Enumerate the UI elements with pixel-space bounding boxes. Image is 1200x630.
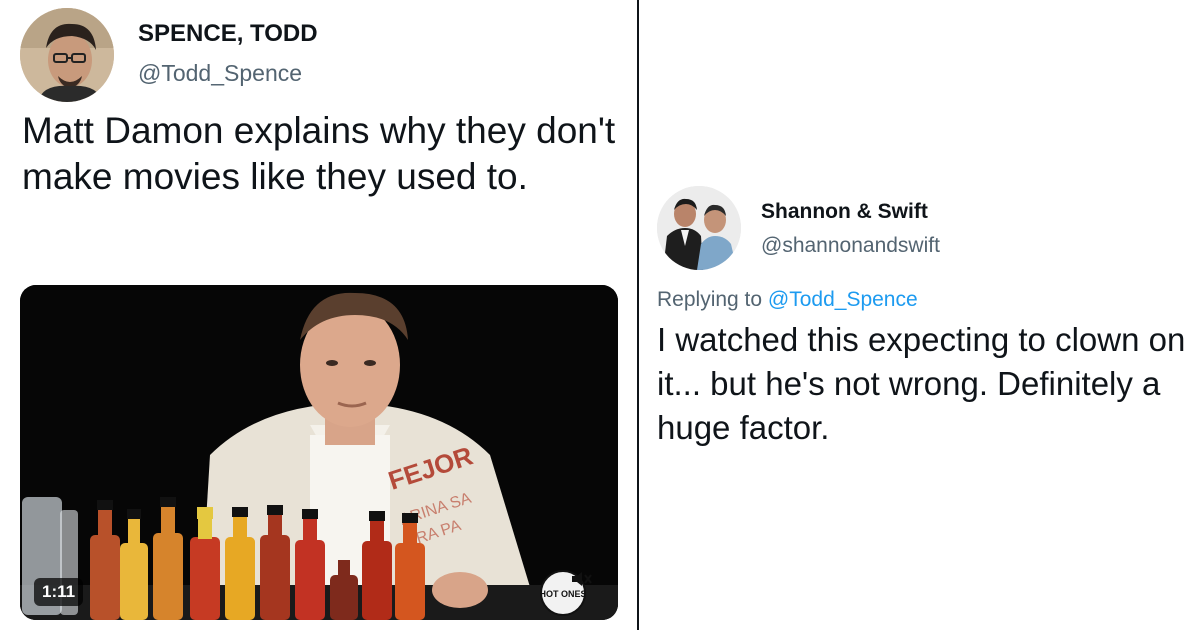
video-duration: 1:11 [34,578,84,606]
tweet-text: Matt Damon explains why they don't make … [22,110,616,197]
user-handle[interactable]: @Todd_Spence [138,60,302,87]
reply-tweet: Shannon & Swift @shannonandswift Replyin… [639,0,1200,630]
display-name[interactable]: SPENCE, TODD [138,20,318,48]
user-handle[interactable]: @shannonandswift [761,234,940,258]
video-player[interactable]: FEJOR ARINA SA ARA PA HOT ONES 1:11 [20,285,618,620]
video-thumbnail: FEJOR ARINA SA ARA PA HOT ONES [20,285,618,620]
replying-mention-link[interactable]: @Todd_Spence [768,288,918,311]
replying-prefix: Replying to [657,288,763,311]
display-name[interactable]: Shannon & Swift [761,200,928,224]
avatar-photo [20,8,114,102]
replying-to: Replying to @Todd_Spence [657,288,918,312]
avatar[interactable] [20,8,114,102]
original-tweet: SPENCE, TODD @Todd_Spence Matt Damon exp… [0,0,637,630]
watermark-text: HOT ONES [539,589,586,599]
avatar-photo [657,186,741,270]
avatar[interactable] [657,186,741,270]
tweet-text: I watched this expecting to clown on it.… [657,321,1186,446]
